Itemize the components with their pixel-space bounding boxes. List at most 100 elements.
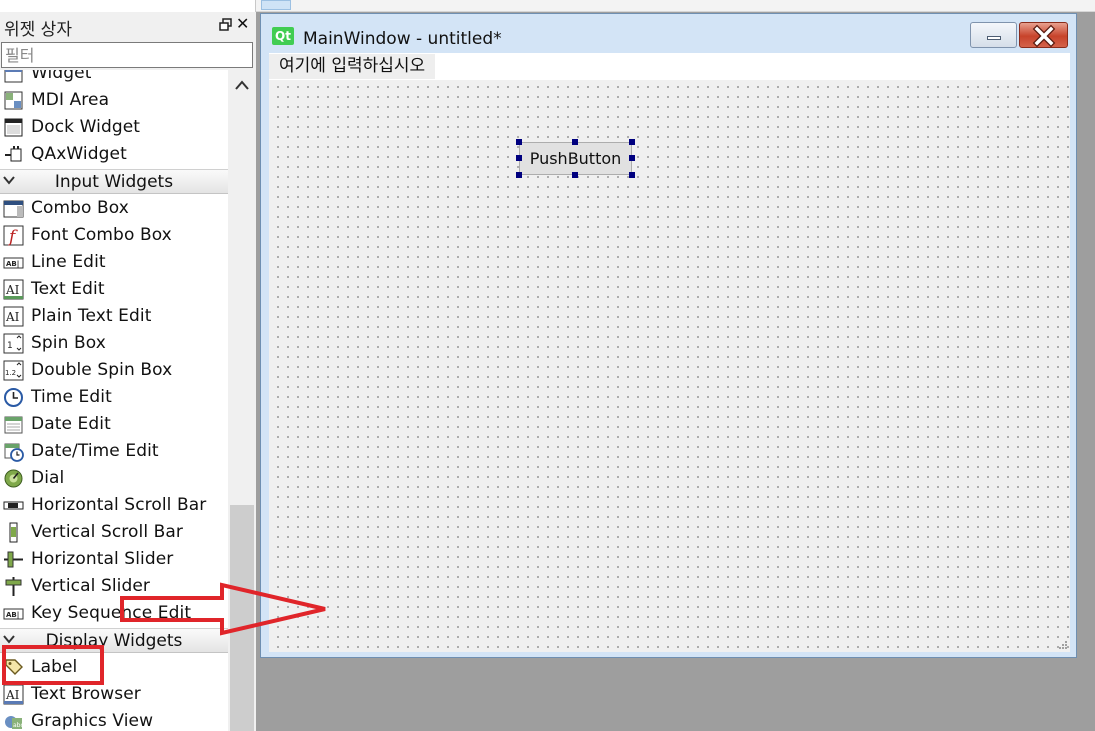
widget-item-label: Spin Box [31,333,106,353]
float-icon[interactable] [219,18,233,32]
selection-handle[interactable] [629,172,635,178]
widget-item-label: Plain Text Edit [31,306,152,326]
widget-item-label: Date/Time Edit [31,441,159,461]
widget-item-label[interactable]: Label [0,654,228,681]
category-header-display-widgets[interactable]: Display Widgets [0,628,228,653]
size-grip-icon[interactable] [1058,640,1068,650]
date-edit-icon [4,416,23,434]
font-combo-box-icon: f [3,225,24,246]
widget-item-label: Font Combo Box [31,225,172,245]
qt-logo-icon: Qt [272,27,294,45]
window-titlebar[interactable]: Qt MainWindow - untitled* [261,14,1076,52]
window-title: MainWindow - untitled* [303,29,502,49]
widget-item-vertical-slider[interactable]: Vertical Slider [0,573,228,600]
widget-item-time-edit[interactable]: Time Edit [0,384,228,411]
editor-tab[interactable] [261,0,291,10]
widget-item-label: Double Spin Box [31,360,173,380]
widget-item-graphics-view[interactable]: abc Graphics View [0,708,228,731]
svg-text:AB|: AB| [6,611,19,620]
menu-bar[interactable]: 여기에 입력하십시오 [269,53,1070,80]
widget-item-label: Graphics View [31,711,154,731]
selection-handle[interactable] [516,139,522,145]
widget-list: Widget MDI Area Dock Widget QAxWidget Input … [0,70,228,731]
widget-item-widget[interactable]: Widget [0,70,228,87]
selection-handle[interactable] [572,172,578,178]
widget-box-panel: 위젯 상자 ✕ Widget MDI Area Dock Widget QAxWidg… [0,0,256,731]
vertical-scroll-bar-icon [9,522,18,543]
svg-text:AI: AI [5,310,20,324]
selection-handle[interactable] [572,139,578,145]
widget-item-font-combo-box[interactable]: f Font Combo Box [0,222,228,249]
widget-item-label: Combo Box [31,198,129,218]
close-icon[interactable]: ✕ [236,15,249,33]
push-button-widget[interactable]: PushButton [519,142,632,175]
spin-box-icon: 1 [3,333,24,354]
category-label: Display Widgets [45,631,183,651]
widget-item-key-sequence-edit[interactable]: AB| Key Sequence Edit [0,600,228,627]
double-spin-box-icon: 1.2 [3,360,24,381]
widget-item-vertical-scroll-bar[interactable]: Vertical Scroll Bar [0,519,228,546]
widget-item-text-browser[interactable]: AI Text Browser [0,681,228,708]
widget-item-label: Line Edit [31,252,106,272]
qaxwidget-icon [5,146,22,162]
widget-item-horizontal-slider[interactable]: Horizontal Slider [0,546,228,573]
filter-bar [0,40,256,70]
close-button[interactable] [1019,22,1068,48]
widget-item-date-edit[interactable]: Date Edit [0,411,228,438]
widget-item-label: MDI Area [31,90,110,110]
editor-tab-strip [256,0,1095,12]
svg-text:abc: abc [13,722,24,729]
minimize-button[interactable] [970,22,1017,48]
design-canvas[interactable]: PushButton [269,80,1070,652]
svg-text:AI: AI [5,688,20,702]
date-time-edit-icon [4,443,24,462]
menu-type-here-placeholder[interactable]: 여기에 입력하십시오 [269,54,436,79]
scrollbar-thumb[interactable] [230,505,254,731]
widget-item-mdi-area[interactable]: MDI Area [0,87,228,114]
widget-item-text-edit[interactable]: AI Text Edit [0,276,228,303]
widget-item-dial[interactable]: Dial [0,465,228,492]
widget-item-dock-widget[interactable]: Dock Widget [0,114,228,141]
combo-box-icon [3,200,24,218]
category-header-input-widgets[interactable]: Input Widgets [0,169,228,194]
widget-item-label: Vertical Slider [31,576,151,596]
widget-item-label: Dial [31,468,65,488]
horizontal-slider-icon [4,551,23,568]
widget-item-label: Widget [31,70,92,83]
scroll-up-arrow-icon[interactable] [234,78,250,92]
category-label: Input Widgets [54,172,174,192]
widget-item-label: Horizontal Slider [31,549,174,569]
time-edit-icon [4,388,23,407]
widget-item-date-time-edit[interactable]: Date/Time Edit [0,438,228,465]
text-edit-icon: AI [3,279,24,300]
vertical-scrollbar[interactable] [228,70,256,731]
main-window-form[interactable]: Qt MainWindow - untitled* 여기에 입력하십시오 Pus… [260,13,1077,658]
widget-item-combo-box[interactable]: Combo Box [0,195,228,222]
mdi-area-icon [4,91,23,110]
horizontal-scroll-bar-icon [3,501,24,510]
selection-handle[interactable] [516,172,522,178]
label-icon [5,659,23,675]
widget-item-double-spin-box[interactable]: 1.2 Double Spin Box [0,357,228,384]
selection-handle[interactable] [629,155,635,161]
svg-text:AB|: AB| [6,260,19,269]
widget-box-title: 위젯 상자 [4,20,72,40]
widget-item-plain-text-edit[interactable]: AI Plain Text Edit [0,303,228,330]
close-icon [1032,24,1056,48]
widget-item-horizontal-scroll-bar[interactable]: Horizontal Scroll Bar [0,492,228,519]
selection-handle[interactable] [629,139,635,145]
widget-item-label: Date Edit [31,414,111,434]
widget-item-qaxwidget[interactable]: QAxWidget [0,141,228,168]
widget-item-line-edit[interactable]: AB| Line Edit [0,249,228,276]
line-edit-icon: AB| [3,257,24,269]
dial-icon [4,469,23,488]
widget-item-label: Time Edit [31,387,112,407]
plain-text-edit-icon: AI [3,306,24,327]
widget-item-spin-box[interactable]: 1 Spin Box [0,330,228,357]
minimize-icon [987,36,1001,40]
filter-input[interactable] [1,42,253,68]
widget-item-label: Label [31,657,78,677]
svg-text:1: 1 [7,341,13,351]
selection-handle[interactable] [516,155,522,161]
widget-box-header: 위젯 상자 ✕ [0,12,256,40]
